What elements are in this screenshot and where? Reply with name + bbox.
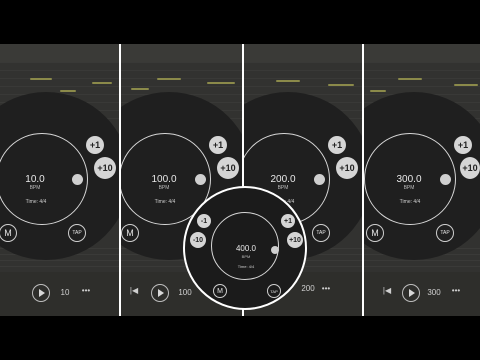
note-bar bbox=[60, 90, 76, 92]
play-button[interactable] bbox=[402, 284, 420, 302]
transport-bar: |◀ 300 ••• bbox=[364, 272, 480, 316]
bpm-label: BPM bbox=[158, 185, 170, 191]
bpm-label: BPM bbox=[241, 254, 251, 259]
play-icon bbox=[158, 289, 164, 297]
note-bar bbox=[207, 82, 235, 84]
note-bar bbox=[131, 88, 149, 90]
time-signature[interactable]: Time: 4/4 bbox=[16, 199, 56, 205]
play-icon bbox=[39, 289, 45, 297]
play-button[interactable] bbox=[151, 284, 169, 302]
panel-divider bbox=[119, 44, 121, 316]
tempo-readout: 200 bbox=[301, 284, 315, 293]
top-toolbar bbox=[244, 44, 362, 62]
bpm-value: 100.0 bbox=[151, 174, 177, 185]
note-bar bbox=[454, 84, 478, 86]
plus-10-button[interactable]: +10 bbox=[336, 157, 358, 179]
metronome-panel-4: |◀ 300 ••• 300.0 BPM Time: 4/4 +1 +10 M … bbox=[364, 44, 480, 316]
tap-button[interactable]: TAP bbox=[436, 224, 454, 242]
zoomed-metronome-dial: 400.0 BPM Time: 4/4 -1 -10 +1 +10 M TAP bbox=[183, 186, 307, 310]
tempo-readout: 10 bbox=[60, 288, 70, 297]
mute-button[interactable]: M bbox=[121, 224, 139, 242]
more-dots-icon[interactable]: ••• bbox=[320, 284, 332, 293]
note-bar bbox=[370, 90, 386, 92]
play-button[interactable] bbox=[32, 284, 50, 302]
skip-back-icon[interactable]: |◀ bbox=[382, 286, 392, 295]
note-bar bbox=[157, 78, 181, 80]
tempo-knob[interactable] bbox=[72, 174, 83, 185]
bpm-value: 10.0 bbox=[25, 174, 45, 185]
top-toolbar bbox=[364, 44, 480, 62]
plus-10-button[interactable]: +10 bbox=[217, 157, 239, 179]
more-dots-icon[interactable]: ••• bbox=[450, 286, 462, 295]
time-signature[interactable]: Time: 4/4 bbox=[227, 264, 265, 269]
note-bar bbox=[276, 80, 300, 82]
tempo-readout: 300 bbox=[427, 288, 441, 297]
plus-10-button[interactable]: +10 bbox=[460, 157, 480, 179]
mute-button[interactable]: M bbox=[366, 224, 384, 242]
minus-1-button[interactable]: -1 bbox=[197, 214, 211, 228]
plus-10-button[interactable]: +10 bbox=[94, 157, 116, 179]
bpm-label: BPM bbox=[403, 185, 415, 191]
plus-1-button[interactable]: +1 bbox=[328, 136, 346, 154]
minus-10-button[interactable]: -10 bbox=[190, 232, 206, 248]
plus-1-button[interactable]: +1 bbox=[281, 214, 295, 228]
tap-button[interactable]: TAP bbox=[267, 284, 281, 298]
top-toolbar bbox=[0, 44, 120, 62]
bpm-value: 200.0 bbox=[270, 174, 296, 185]
tempo-knob[interactable] bbox=[195, 174, 206, 185]
bpm-value: 300.0 bbox=[396, 174, 422, 185]
bpm-value: 400.0 bbox=[235, 244, 257, 253]
panel-divider bbox=[362, 44, 364, 316]
bpm-label: BPM bbox=[277, 185, 289, 191]
bpm-label: BPM bbox=[29, 185, 41, 191]
plus-10-button[interactable]: +10 bbox=[287, 232, 303, 248]
tap-button[interactable]: TAP bbox=[312, 224, 330, 242]
tap-button[interactable]: TAP bbox=[68, 224, 86, 242]
note-bar bbox=[92, 82, 112, 84]
skip-back-icon[interactable]: |◀ bbox=[129, 286, 139, 295]
play-icon bbox=[409, 289, 415, 297]
plus-1-button[interactable]: +1 bbox=[86, 136, 104, 154]
note-bar bbox=[328, 84, 354, 86]
plus-1-button[interactable]: +1 bbox=[454, 136, 472, 154]
plus-1-button[interactable]: +1 bbox=[209, 136, 227, 154]
tempo-knob[interactable] bbox=[440, 174, 451, 185]
note-bar bbox=[30, 78, 52, 80]
tempo-knob[interactable] bbox=[271, 246, 279, 254]
top-toolbar bbox=[121, 44, 242, 62]
tempo-readout: 100 bbox=[178, 288, 192, 297]
metronome-panel-1: 10 ••• 10.0 BPM Time: 4/4 +1 +10 M TAP bbox=[0, 44, 120, 316]
note-bar bbox=[398, 78, 422, 80]
more-dots-icon[interactable]: ••• bbox=[80, 286, 92, 295]
tempo-knob[interactable] bbox=[314, 174, 325, 185]
mute-button[interactable]: M bbox=[213, 284, 227, 298]
transport-bar: 10 ••• bbox=[0, 272, 120, 316]
time-signature[interactable]: Time: 4/4 bbox=[390, 199, 430, 205]
time-signature[interactable]: Time: 4/4 bbox=[145, 199, 185, 205]
